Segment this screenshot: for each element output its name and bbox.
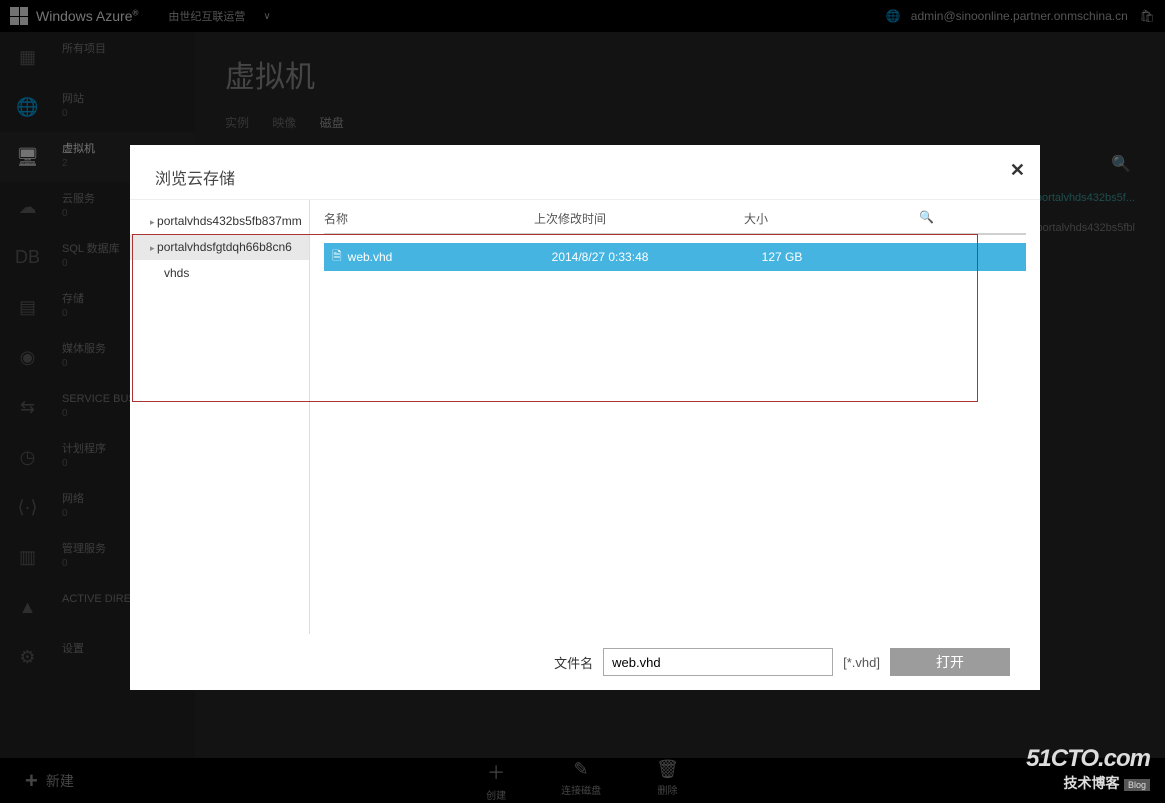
filename-label: 文件名 — [554, 653, 593, 672]
tree-item[interactable]: vhds — [130, 260, 309, 286]
file-icon: 🗎 — [332, 247, 342, 268]
browse-storage-dialog: 浏览云存储 ✕ portalvhds432bs5fb837mm portalvh… — [130, 145, 1040, 690]
file-columns: 名称 上次修改时间 大小 🔍 — [310, 200, 1040, 233]
file-name: web.vhd — [348, 250, 552, 264]
watermark: 51CTO.com 技术博客 Blog — [1026, 745, 1150, 793]
open-button[interactable]: 打开 — [890, 648, 1010, 676]
dialog-header: 浏览云存储 ✕ — [130, 145, 1040, 199]
filename-input[interactable] — [603, 648, 833, 676]
col-size[interactable]: 大小 — [744, 210, 919, 227]
file-filter: [*.vhd] — [843, 655, 880, 670]
col-time[interactable]: 上次修改时间 — [534, 210, 744, 227]
dialog-footer: 文件名 [*.vhd] 打开 — [130, 634, 1040, 690]
tree-item[interactable]: portalvhds432bs5fb837mm — [130, 208, 309, 234]
file-panel: 名称 上次修改时间 大小 🔍 🗎 web.vhd 2014/8/27 0:33:… — [310, 200, 1040, 634]
file-size: 127 GB — [762, 250, 1018, 264]
file-time: 2014/8/27 0:33:48 — [552, 250, 762, 264]
search-icon[interactable]: 🔍 — [919, 210, 944, 227]
tree-item[interactable]: portalvhdsfgtdqh66b8cn6 — [130, 234, 309, 260]
close-icon[interactable]: ✕ — [1010, 160, 1025, 181]
storage-tree: portalvhds432bs5fb837mm portalvhdsfgtdqh… — [130, 200, 310, 634]
dialog-title: 浏览云存储 — [155, 171, 235, 188]
file-row[interactable]: 🗎 web.vhd 2014/8/27 0:33:48 127 GB — [324, 243, 1026, 271]
col-name[interactable]: 名称 — [324, 210, 534, 227]
